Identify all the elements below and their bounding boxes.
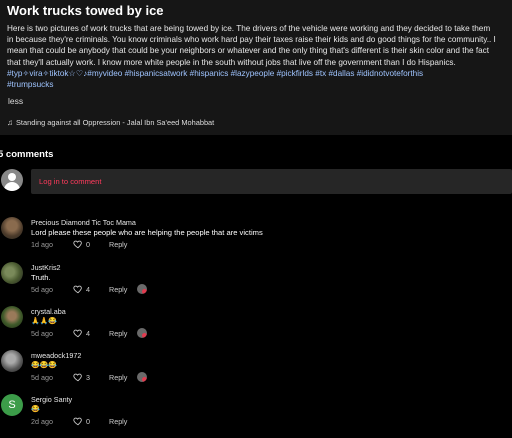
caption-line: in because they're criminals. You know c…	[7, 35, 496, 45]
like-button[interactable]: 3	[73, 372, 90, 382]
creator-liked-badge	[137, 284, 147, 294]
reply-button[interactable]: Reply	[109, 417, 127, 426]
comment-text: 😂	[31, 406, 40, 413]
login-row: Log in to comment	[0, 167, 512, 195]
heart-outline-icon	[73, 417, 82, 426]
comment-date: 5d ago	[31, 285, 53, 294]
like-count: 4	[86, 328, 90, 338]
avatar-initial: S	[8, 399, 16, 411]
caption-line: Here is two pictures of work trucks that…	[7, 24, 491, 33]
reply-button[interactable]: Reply	[109, 285, 127, 294]
like-count: 0	[86, 239, 90, 249]
reply-button[interactable]: Reply	[109, 373, 127, 382]
login-prompt: Log in to comment	[39, 177, 102, 186]
comment-text: 🙏🙏😂	[31, 318, 58, 325]
caption-line: that they'll actually work. I know more …	[7, 57, 456, 67]
comment-date: 2d ago	[31, 417, 53, 426]
comment-date: 5d ago	[31, 373, 53, 382]
comment-item: JustKris2 Truth. 5d ago 4 Reply	[0, 261, 512, 301]
login-to-comment-button[interactable]: Log in to comment	[31, 169, 512, 194]
avatar[interactable]	[1, 217, 23, 239]
post-panel: Work trucks towed by ice Here is two pic…	[0, 0, 512, 135]
avatar[interactable]	[1, 262, 23, 284]
avatar[interactable]: S	[1, 394, 23, 416]
like-count: 4	[86, 284, 90, 294]
comment-username[interactable]: Sergio Santy	[31, 395, 72, 404]
comment-date: 5d ago	[31, 329, 53, 338]
reply-button[interactable]: Reply	[109, 240, 127, 249]
like-button[interactable]: 4	[73, 328, 90, 338]
sound-title: Standing against all Oppression - Jalal …	[16, 118, 215, 127]
music-note-icon: ♫	[7, 118, 13, 127]
comment-item: crystal.aba 🙏🙏😂 5d ago 4 Reply	[0, 305, 512, 345]
post-caption: Here is two pictures of work trucks that…	[7, 23, 507, 90]
like-count: 0	[86, 416, 90, 426]
comment-text: 😂😂😂	[31, 362, 58, 369]
like-button[interactable]: 0	[73, 239, 90, 249]
sound-link[interactable]: ♫ Standing against all Oppression - Jala…	[7, 118, 214, 127]
heart-outline-icon	[73, 285, 82, 294]
comment-item: S Sergio Santy 😂 2d ago 0 Reply	[0, 393, 512, 433]
heart-outline-icon	[73, 240, 82, 249]
comments-count: 5 comments	[0, 149, 54, 160]
like-button[interactable]: 4	[73, 284, 90, 294]
reply-button[interactable]: Reply	[109, 329, 127, 338]
like-count: 3	[86, 372, 90, 382]
comment-item: Precious Diamond Tic Toc Mama Lord pleas…	[0, 216, 512, 256]
comment-username[interactable]: Precious Diamond Tic Toc Mama	[31, 218, 136, 227]
default-avatar-icon	[1, 169, 23, 191]
creator-liked-badge	[137, 328, 147, 338]
comment-text: Truth.	[31, 273, 51, 282]
heart-outline-icon	[73, 329, 82, 338]
creator-liked-badge	[137, 372, 147, 382]
post-title: Work trucks towed by ice	[7, 3, 164, 18]
avatar[interactable]	[1, 306, 23, 328]
caption-line: mean that could be anybody that could be…	[7, 46, 490, 56]
like-button[interactable]: 0	[73, 416, 90, 426]
comment-username[interactable]: crystal.aba	[31, 307, 66, 316]
comment-item: mweadock1972 😂😂😂 5d ago 3 Reply	[0, 349, 512, 389]
hashtags[interactable]: #trumpsucks	[7, 79, 507, 90]
comment-username[interactable]: JustKris2	[31, 263, 61, 272]
less-toggle[interactable]: less	[8, 96, 23, 106]
comment-date: 1d ago	[31, 240, 53, 249]
avatar[interactable]	[1, 350, 23, 372]
heart-outline-icon	[73, 373, 82, 382]
comment-text: Lord please these people who are helping…	[31, 228, 263, 237]
comment-username[interactable]: mweadock1972	[31, 351, 81, 360]
hashtags[interactable]: #typ✧vira✧tiktok☆♡♪#myvideo #hispanicsat…	[7, 68, 507, 79]
